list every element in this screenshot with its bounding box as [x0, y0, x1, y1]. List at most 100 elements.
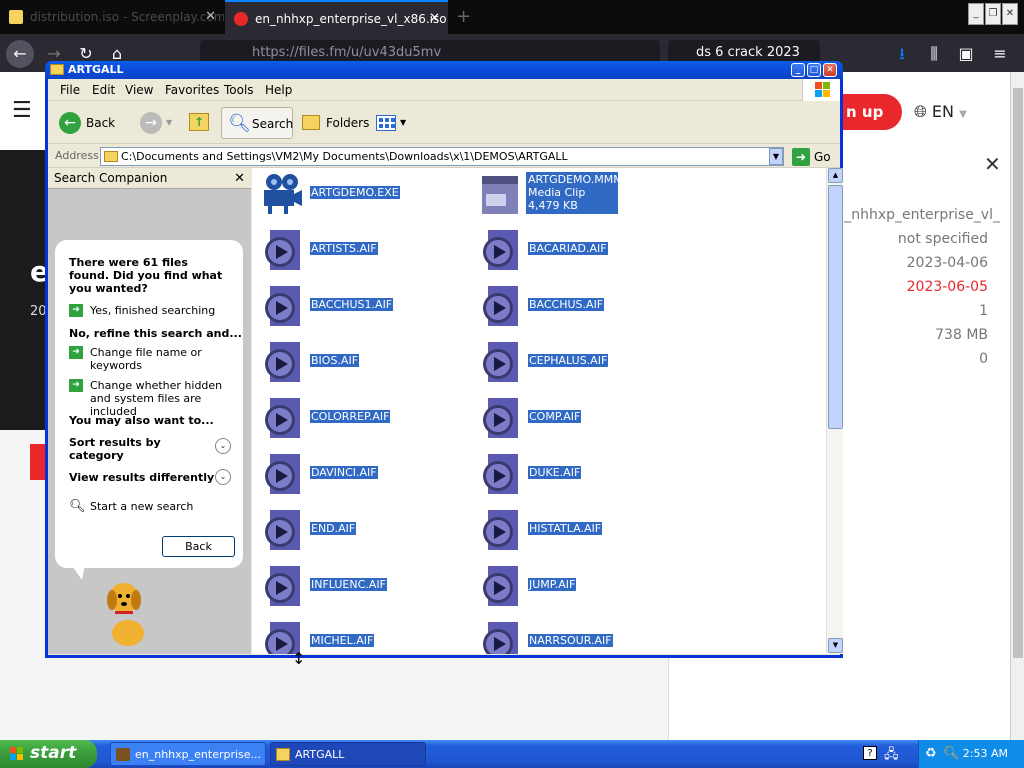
hamburger-menu-icon[interactable]: ☰: [12, 98, 32, 123]
signup-button[interactable]: n up: [842, 94, 902, 130]
browser-scrollbar[interactable]: [1010, 72, 1024, 740]
address-dropdown-button[interactable]: ▼: [769, 148, 783, 165]
scroll-down-button[interactable]: ▼: [828, 638, 843, 653]
system-tray: ♻︎ 🔍︎ 2:53 AM: [918, 740, 1024, 768]
green-arrow-icon: ➜: [69, 304, 83, 317]
file-item[interactable]: HISTATLA.AIF: [472, 506, 682, 554]
menu-edit[interactable]: Edit: [92, 83, 115, 97]
download-icon[interactable]: ⭳: [888, 40, 916, 68]
close-icon[interactable]: ✕: [984, 152, 1001, 176]
folder-icon: [104, 151, 118, 162]
audio-file-icon: [483, 510, 518, 550]
folders-button[interactable]: Folders: [298, 107, 369, 139]
file-item[interactable]: BACARIAD.AIF: [472, 226, 682, 274]
help-icon[interactable]: ?: [863, 746, 877, 760]
chevron-down-icon[interactable]: ⌄: [215, 469, 231, 485]
companion-back-button[interactable]: Back: [162, 536, 235, 557]
change-name-link[interactable]: Change file name or keywords: [90, 346, 230, 372]
menu-file[interactable]: File: [60, 83, 80, 97]
magnifier-icon: 🔍︎: [69, 499, 86, 514]
file-item[interactable]: BACCHUS.AIF: [472, 282, 682, 330]
film-projector-icon: [264, 174, 302, 214]
menu-view[interactable]: View: [125, 83, 153, 97]
minimize-icon[interactable]: _: [791, 63, 805, 77]
close-tab-icon[interactable]: ✕: [429, 2, 440, 34]
close-icon[interactable]: ✕: [823, 63, 837, 77]
close-icon[interactable]: ✕: [1002, 3, 1018, 25]
restore-icon[interactable]: ❐: [985, 3, 1001, 25]
file-type: Media Clip: [528, 186, 586, 199]
menu-icon[interactable]: ≡: [986, 40, 1014, 68]
yes-finished-link[interactable]: Yes, finished searching: [90, 304, 215, 317]
audio-file-icon: [265, 454, 300, 494]
taskbar-item-browser[interactable]: en_nhhxp_enterprise...: [110, 742, 266, 766]
language-label: EN: [931, 102, 954, 121]
scrollbar-thumb[interactable]: [828, 185, 843, 429]
maximize-icon[interactable]: □: [807, 63, 821, 77]
windows-logo-icon: [802, 79, 840, 101]
file-item[interactable]: BACCHUS1.AIF: [254, 282, 464, 330]
file-name: BACCHUS1.AIF: [310, 298, 394, 311]
browser-tab-active[interactable]: en_nhhxp_enterprise_vl_x86.iso | ✕: [225, 0, 448, 34]
security-icon[interactable]: ♻︎: [925, 740, 937, 768]
scrollbar-thumb[interactable]: [1013, 88, 1023, 658]
search-button[interactable]: 🔍︎ Search: [221, 107, 293, 139]
close-tab-icon[interactable]: ✕: [205, 0, 216, 34]
audio-file-icon: [483, 398, 518, 438]
menu-favorites[interactable]: Favorites: [165, 83, 219, 97]
file-name: DUKE.AIF: [528, 466, 582, 479]
address-field[interactable]: C:\Documents and Settings\VM2\My Documen…: [100, 147, 784, 166]
go-arrow-icon: ➜: [792, 148, 810, 166]
file-item[interactable]: BIOS.AIF: [254, 338, 464, 386]
search-tray-icon[interactable]: 🔍︎: [943, 740, 960, 768]
back-button[interactable]: ← Back ▼: [56, 107, 128, 161]
info-date-uploaded: 2023-04-06: [906, 255, 988, 271]
file-item[interactable]: ARTISTS.AIF: [254, 226, 464, 274]
start-button[interactable]: start: [0, 740, 97, 768]
file-item[interactable]: JUMP.AIF: [472, 562, 682, 610]
menu-help[interactable]: Help: [265, 83, 292, 97]
file-item[interactable]: ARTGDEMO.MMM Media Clip 4,479 KB: [472, 170, 682, 218]
sidebar-icon[interactable]: ▣: [952, 40, 980, 68]
views-button[interactable]: ▼: [372, 107, 412, 139]
close-icon[interactable]: ✕: [234, 168, 245, 189]
menu-tools[interactable]: Tools: [224, 83, 254, 97]
sort-category-link[interactable]: Sort results by category: [69, 436, 169, 462]
view-differently-link[interactable]: View results differently: [69, 471, 214, 484]
library-icon[interactable]: ⫼: [920, 40, 948, 68]
chevron-down-icon[interactable]: ⌄: [215, 438, 231, 454]
file-item[interactable]: END.AIF: [254, 506, 464, 554]
go-label: Go: [814, 150, 831, 164]
audio-file-icon: [483, 566, 518, 606]
globe-icon: 🌐︎: [914, 102, 927, 121]
file-item[interactable]: DUKE.AIF: [472, 450, 682, 498]
file-item[interactable]: DAVINCI.AIF: [254, 450, 464, 498]
minimize-icon[interactable]: _: [968, 3, 984, 25]
forward-button[interactable]: → ▼: [138, 107, 178, 139]
network-icon[interactable]: 🖧︎: [884, 745, 899, 767]
new-search-link[interactable]: Start a new search: [90, 500, 193, 513]
file-item[interactable]: MICHEL.AIF: [254, 618, 464, 654]
file-item[interactable]: COMP.AIF: [472, 394, 682, 442]
back-arrow-icon[interactable]: ←: [6, 40, 34, 68]
file-item[interactable]: CEPHALUS.AIF: [472, 338, 682, 386]
scroll-up-button[interactable]: ▲: [828, 168, 843, 183]
info-size: 738 MB: [935, 327, 988, 343]
file-item[interactable]: ARTGDEMO.EXE: [254, 170, 464, 218]
window-titlebar[interactable]: ARTGALL _ □ ✕: [45, 61, 843, 79]
window-title: ARTGALL: [68, 63, 124, 76]
file-item[interactable]: INFLUENC.AIF: [254, 562, 464, 610]
up-folder-button[interactable]: ↑: [187, 107, 211, 139]
new-tab-button[interactable]: +: [456, 6, 471, 27]
file-item[interactable]: COLORREP.AIF: [254, 394, 464, 442]
tab-label: en_nhhxp_enterprise_vl_x86.iso |: [255, 12, 448, 26]
language-selector[interactable]: 🌐︎ EN ▼: [914, 102, 967, 122]
file-list-scrollbar[interactable]: ▲ ▼: [826, 168, 843, 654]
change-hidden-link[interactable]: Change whether hidden and system files a…: [90, 379, 235, 418]
file-name: HISTATLA.AIF: [528, 522, 603, 535]
go-button[interactable]: ➜ Go: [790, 147, 838, 167]
chevron-down-icon: ▼: [166, 118, 173, 127]
taskbar-item-artgall[interactable]: ARTGALL: [270, 742, 426, 766]
browser-tab-inactive[interactable]: distribution.iso - Screenplay.com.de ✕: [0, 0, 224, 34]
file-item[interactable]: NARRSOUR.AIF: [472, 618, 682, 654]
